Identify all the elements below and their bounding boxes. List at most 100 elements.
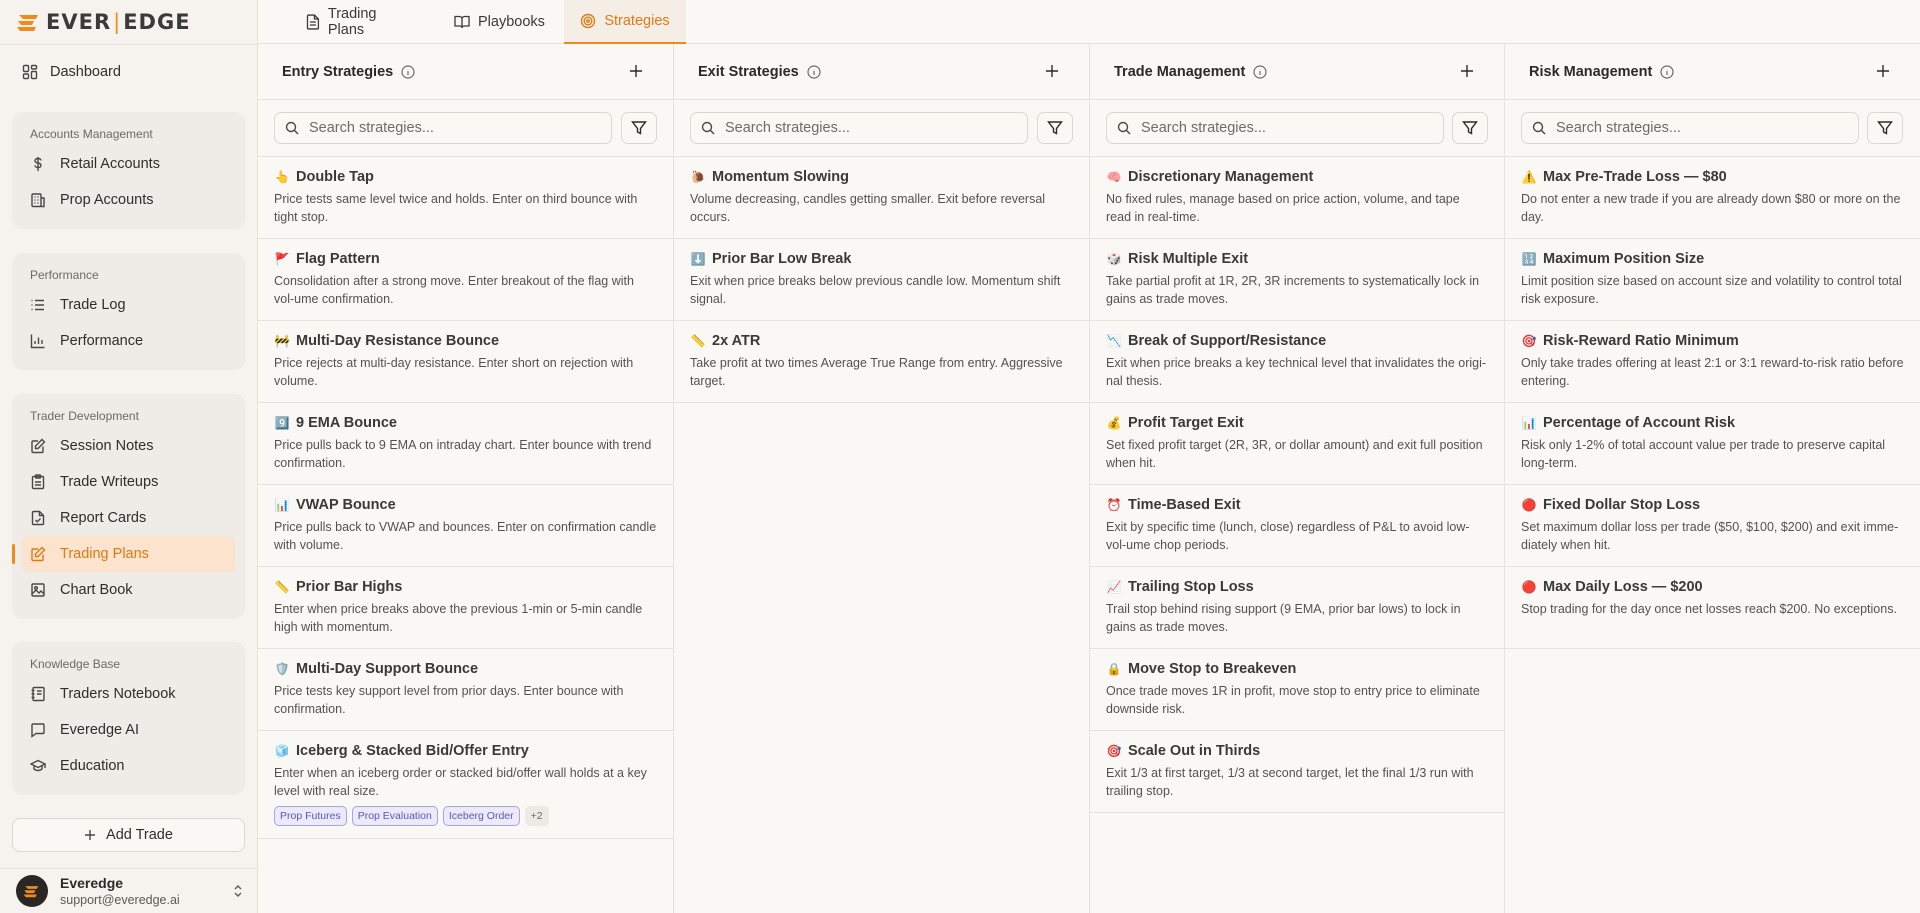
sidebar-item-retail-accounts[interactable]: Retail Accounts xyxy=(12,146,245,182)
filter-button[interactable] xyxy=(1452,112,1488,144)
info-icon[interactable] xyxy=(1253,64,1267,79)
strategy-card[interactable]: 🚧 Multi-Day Resistance Bounce Price rejec… xyxy=(258,321,673,403)
card-description: Stop trading for the day once net losses… xyxy=(1521,602,1897,616)
add-strategy-button[interactable] xyxy=(1876,64,1890,78)
sidebar-item-label: Performance xyxy=(60,333,144,349)
tab-strategies[interactable]: Strategies xyxy=(564,0,686,44)
strategy-card[interactable]: 📏 Prior Bar Highs Enter when price breaks… xyxy=(258,567,673,649)
card-title: 🚩 Flag Pattern xyxy=(274,251,657,267)
sidebar-item-performance[interactable]: Performance xyxy=(12,323,245,359)
search-icon xyxy=(1117,121,1131,135)
divider xyxy=(0,44,258,45)
strategy-card[interactable]: 📏 2x ATR Take profit at two times Average… xyxy=(674,321,1089,403)
strategy-card[interactable]: 🐌 Momentum Slowing Volume decreasing, can… xyxy=(674,157,1089,239)
strategy-card[interactable]: 💰 Profit Target Exit Set fixed profit tar… xyxy=(1090,403,1504,485)
card-title-text: Percentage of Account Risk xyxy=(1543,415,1736,431)
strategy-card[interactable]: 🔴 Max Daily Loss — $200 Stop trading for … xyxy=(1505,567,1920,649)
search-input-wrapper[interactable] xyxy=(1106,112,1444,144)
strategy-card[interactable]: 🛡️ Multi-Day Support Bounce Price tests k… xyxy=(258,649,673,731)
card-title-text: Max Daily Loss — $200 xyxy=(1543,579,1703,595)
strategy-card[interactable]: 🔴 Fixed Dollar Stop Loss Set maximum doll… xyxy=(1505,485,1920,567)
list-icon xyxy=(31,299,44,311)
column-header: Risk Management xyxy=(1505,44,1920,100)
card-description: Exit 1/3 at first target, 1/3 at second … xyxy=(1106,766,1474,798)
filter-button[interactable] xyxy=(1037,112,1073,144)
sidebar-item-prop-accounts[interactable]: Prop Accounts xyxy=(12,182,245,218)
strategy-card[interactable]: 📉 Break of Support/Resistance Exit when p… xyxy=(1090,321,1504,403)
add-trade-button[interactable]: Add Trade xyxy=(12,818,245,852)
column-title: Exit Strategies xyxy=(698,63,799,80)
add-strategy-button[interactable] xyxy=(1045,64,1059,78)
strategy-card[interactable]: 🔢 Maximum Position Size Limit position si… xyxy=(1505,239,1920,321)
strategy-card[interactable]: ⚠️ Max Pre-Trade Loss — $80 Do not enter … xyxy=(1505,157,1920,239)
strategy-card[interactable]: 🎯 Scale Out in Thirds Exit 1/3 at first t… xyxy=(1090,731,1504,813)
graduation-cap-icon xyxy=(30,759,46,772)
tab-playbooks[interactable]: Playbooks xyxy=(454,0,554,44)
card-title: 🔴 Fixed Dollar Stop Loss xyxy=(1521,497,1904,513)
chevron-up-down-icon xyxy=(234,885,242,897)
info-icon[interactable] xyxy=(1660,64,1674,79)
tab-trading-plans[interactable]: Trading Plans xyxy=(306,0,416,44)
card-description: Price tests key support level from prior… xyxy=(274,684,624,716)
strategy-card[interactable]: 🚩 Flag Pattern Consolidation after a stro… xyxy=(258,239,673,321)
nav-dashboard[interactable]: Dashboard xyxy=(22,60,121,84)
group-performance: Performance Trade Log Performance xyxy=(12,253,245,370)
strategy-card[interactable]: 📊 Percentage of Account Risk Risk only 1-… xyxy=(1505,403,1920,485)
filter-icon xyxy=(1047,121,1063,135)
sidebar-item-everedge-ai[interactable]: Everedge AI xyxy=(12,712,245,748)
info-icon[interactable] xyxy=(807,64,821,79)
search-input[interactable] xyxy=(725,120,925,136)
strategy-card[interactable]: 🔒 Move Stop to Breakeven Once trade moves… xyxy=(1090,649,1504,731)
chat-icon xyxy=(31,723,45,738)
search-input[interactable] xyxy=(309,120,509,136)
strategy-card[interactable]: ⬇️ Prior Bar Low Break Exit when price br… xyxy=(674,239,1089,321)
brand-logo[interactable]: EVER|EDGE xyxy=(16,8,191,36)
group-accounts-management: Accounts Management Retail Accounts Prop… xyxy=(12,112,245,229)
tag[interactable]: Prop Futures xyxy=(274,806,347,826)
sidebar-item-label: Trade Writeups xyxy=(60,474,159,490)
sidebar-item-trading-plans[interactable]: Trading Plans xyxy=(12,536,235,572)
shield-icon: 🛡️ xyxy=(274,662,290,676)
info-icon[interactable] xyxy=(401,64,415,79)
strategy-card[interactable]: 🧊 Iceberg & Stacked Bid/Offer Entry Enter… xyxy=(258,731,673,839)
image-icon xyxy=(31,583,45,597)
strategy-card[interactable]: 📈 Trailing Stop Loss Trail stop behind ri… xyxy=(1090,567,1504,649)
strategy-card[interactable]: 🎯 Risk-Reward Ratio Minimum Only take tra… xyxy=(1505,321,1920,403)
sidebar-item-session-notes[interactable]: Session Notes xyxy=(12,428,245,464)
sidebar-item-trade-writeups[interactable]: Trade Writeups xyxy=(12,464,245,500)
strategy-card[interactable]: 🎲 Risk Multiple Exit Take partial profit … xyxy=(1090,239,1504,321)
sidebar-item-trade-log[interactable]: Trade Log xyxy=(12,287,245,323)
add-strategy-button[interactable] xyxy=(629,64,643,78)
card-title: ⏰ Time-Based Exit xyxy=(1106,497,1488,513)
money-bag-icon: 💰 xyxy=(1106,416,1122,430)
search-input[interactable] xyxy=(1141,120,1341,136)
user-menu[interactable]: Everedge support@everedge.ai xyxy=(16,874,244,908)
user-info: Everedge support@everedge.ai xyxy=(60,875,232,907)
sidebar-item-chart-book[interactable]: Chart Book xyxy=(12,572,245,608)
sidebar-item-traders-notebook[interactable]: Traders Notebook xyxy=(12,676,245,712)
filter-button[interactable] xyxy=(1867,112,1903,144)
sidebar-item-label: Everedge AI xyxy=(60,722,139,738)
search-input[interactable] xyxy=(1556,120,1756,136)
strategy-card[interactable]: 🧠 Discretionary Management No fixed rules… xyxy=(1090,157,1504,239)
search-input-wrapper[interactable] xyxy=(690,112,1028,144)
card-description: Set maximum dollar loss per trade ($50, … xyxy=(1521,520,1899,552)
card-title-text: Multi-Day Support Bounce xyxy=(296,661,479,677)
avatar xyxy=(16,875,48,907)
add-strategy-button[interactable] xyxy=(1460,64,1474,78)
card-title-text: Move Stop to Breakeven xyxy=(1128,661,1297,677)
strategy-card[interactable]: 👆 Double Tap Price tests same level twice… xyxy=(258,157,673,239)
sidebar-item-report-cards[interactable]: Report Cards xyxy=(12,500,245,536)
strategy-card[interactable]: 9️⃣ 9 EMA Bounce Price pulls back to 9 EM… xyxy=(258,403,673,485)
search-input-wrapper[interactable] xyxy=(1521,112,1859,144)
strategy-card[interactable]: 📊 VWAP Bounce Price pulls back to VWAP an… xyxy=(258,485,673,567)
sidebar-item-education[interactable]: Education xyxy=(12,748,245,784)
tag[interactable]: Prop Evaluation xyxy=(351,806,438,826)
pointing-hand-icon: 👆 xyxy=(274,170,290,184)
strategy-card[interactable]: ⏰ Time-Based Exit Exit by specific time (… xyxy=(1090,485,1504,567)
more-tags-badge[interactable]: +2 xyxy=(524,806,549,826)
filter-button[interactable] xyxy=(621,112,657,144)
search-input-wrapper[interactable] xyxy=(274,112,612,144)
sidebar-item-label: Traders Notebook xyxy=(60,686,176,702)
tag[interactable]: Iceberg Order xyxy=(442,806,520,826)
